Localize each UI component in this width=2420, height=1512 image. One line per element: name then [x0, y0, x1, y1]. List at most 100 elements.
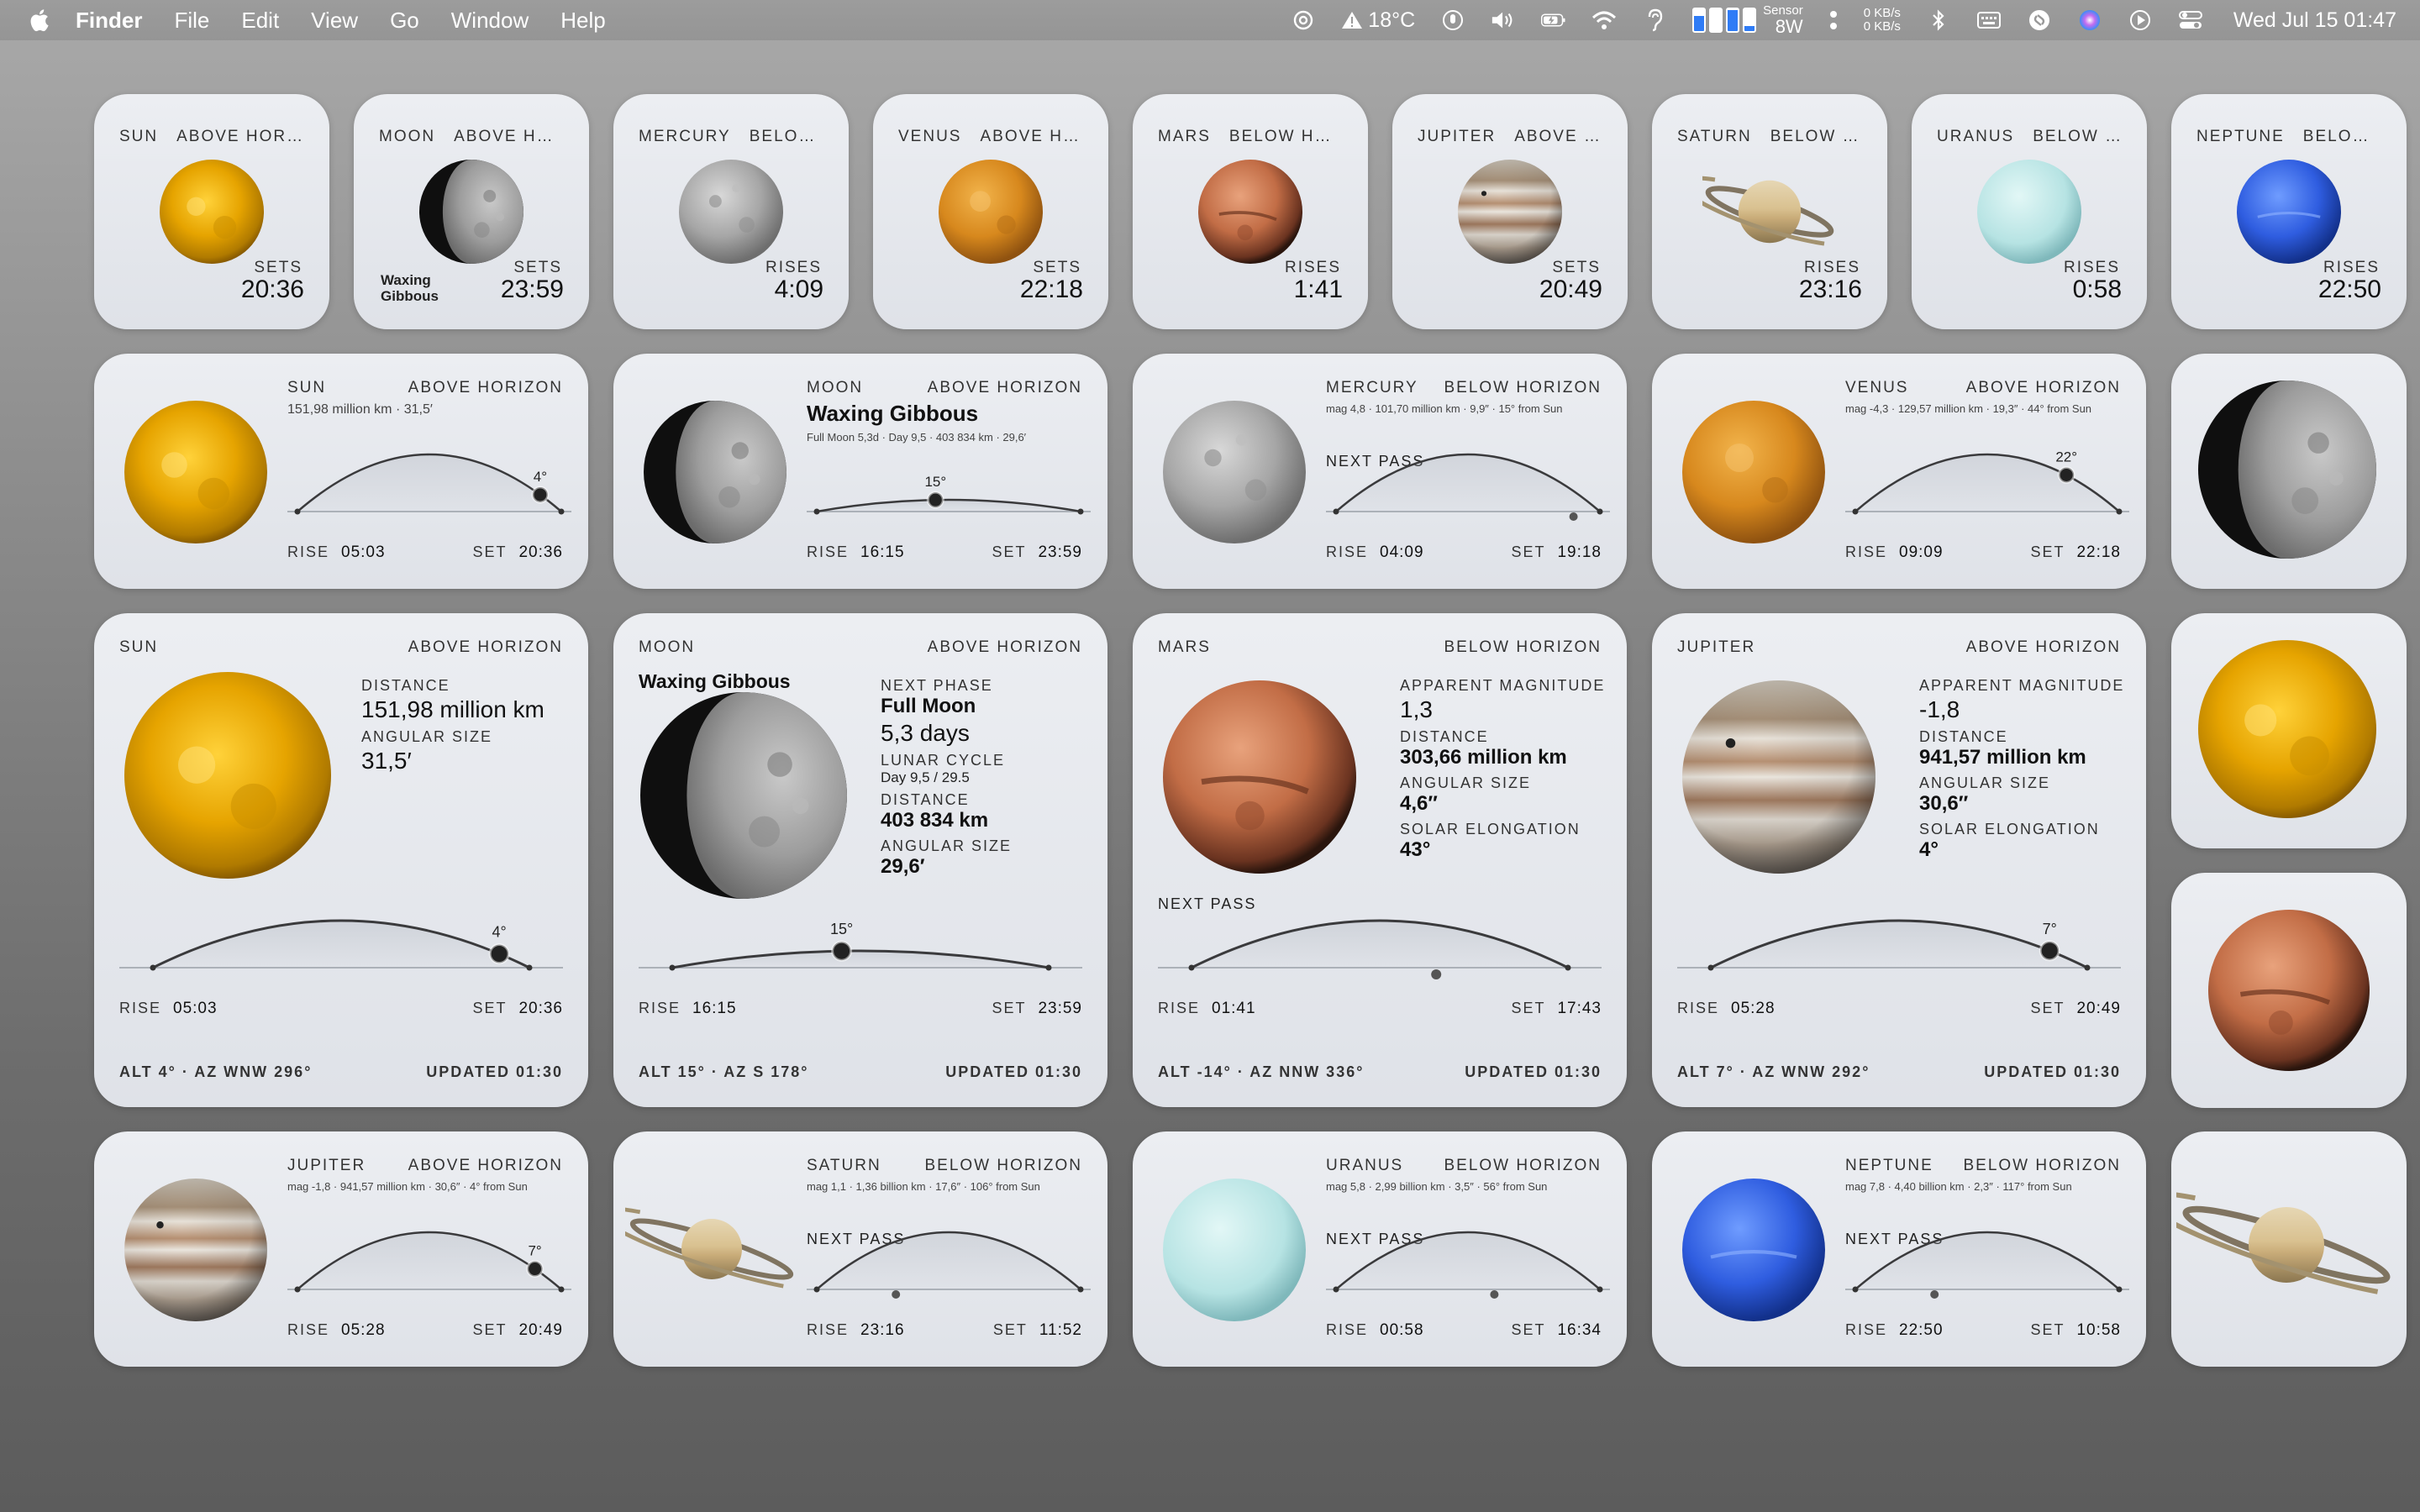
- volume-icon[interactable]: [1491, 8, 1516, 33]
- widget-image-saturn[interactable]: [2171, 1131, 2407, 1367]
- widget-small-venus[interactable]: VENUS ABOVE HORI... SETS22:18: [873, 94, 1108, 329]
- bluetooth-icon[interactable]: [1926, 8, 1951, 33]
- widget-small-mars[interactable]: MARS BELOW HORIZ... RISES1:41: [1133, 94, 1368, 329]
- widget-small-sun[interactable]: SUN ABOVE HORIZON SETS20:36: [94, 94, 329, 329]
- widget-small-uranus[interactable]: URANUS BELOW HO... RISES0:58: [1912, 94, 2147, 329]
- widget-large-sun[interactable]: SUN ABOVE HORIZON DISTANCE 151,98 million k…: [94, 613, 588, 1107]
- widget-small-neptune[interactable]: NEPTUNE BELOW HO... RISES22:50: [2171, 94, 2407, 329]
- phase-name: Waxing Gibbous: [807, 401, 979, 426]
- widget-medium-venus[interactable]: VENUS ABOVE HORIZON mag -4,3 · 129,57 mill…: [1652, 354, 2146, 589]
- menu-go[interactable]: Go: [390, 8, 419, 34]
- keyboard-icon[interactable]: [1976, 8, 2002, 33]
- widget-medium-jupiter[interactable]: JUPITER ABOVE HORIZON mag -1,8 · 941,57 mi…: [94, 1131, 588, 1367]
- menu-file[interactable]: File: [174, 8, 209, 34]
- menu-edit[interactable]: Edit: [241, 8, 279, 34]
- jupiter-image: [1458, 160, 1562, 264]
- altitude-label: 22°: [2055, 449, 2077, 465]
- stat-label: APPARENT MAGNITUDE: [1919, 677, 2125, 694]
- menu-app-name[interactable]: Finder: [76, 8, 142, 34]
- chatgpt-icon[interactable]: [1291, 8, 1316, 33]
- mars-image: [1198, 160, 1302, 264]
- widget-small-moon[interactable]: MOON ABOVE HORIZ... SETS23:59 Waxing Gibbou…: [354, 94, 589, 329]
- widget-medium-moon[interactable]: MOON ABOVE HORIZON Waxing Gibbous Full Moon…: [613, 354, 1107, 589]
- phase-name: Waxing Gibbous: [639, 670, 791, 692]
- widget-medium-saturn[interactable]: SATURN BELOW HORIZON mag 1,1 · 1,36 billio…: [613, 1131, 1107, 1367]
- weather-temp: 18°C: [1368, 8, 1416, 32]
- widget-large-jupiter[interactable]: JUPITER ABOVE HORIZON APPARENT MAGNITUDE -1…: [1652, 613, 2146, 1107]
- body-name: JUPITER: [1677, 638, 1756, 656]
- siri-icon[interactable]: [2077, 8, 2102, 33]
- saturn-image: [2171, 1182, 2396, 1294]
- shazam-icon[interactable]: [2027, 8, 2052, 33]
- widget-medium-neptune[interactable]: NEPTUNE BELOW HORIZON mag 7,8 · 4,40 billi…: [1652, 1131, 2146, 1367]
- menu-window[interactable]: Window: [451, 8, 529, 34]
- set-dot: [1077, 1286, 1084, 1293]
- widget-small-mercury[interactable]: MERCURY BELOW H... RISES4:09: [613, 94, 849, 329]
- widget-small-saturn[interactable]: SATURN BELOW HOR... RISES23:16: [1652, 94, 1887, 329]
- event-label: RISES: [2063, 259, 2120, 276]
- sky-path-chart: 4°: [119, 907, 563, 1008]
- rise-time: RISE 05:28: [287, 1321, 386, 1339]
- body-marker: [1930, 1290, 1939, 1299]
- wifi-icon[interactable]: [1591, 8, 1617, 33]
- ear-icon[interactable]: [1642, 8, 1667, 33]
- body-name-status: SUN ABOVE HORIZON: [119, 128, 304, 146]
- body-name: JUPITER: [1418, 128, 1497, 145]
- mic-icon[interactable]: [1440, 8, 1465, 33]
- network-readout[interactable]: 0 KB/s 0 KB/s: [1864, 7, 1901, 34]
- menubar-clock[interactable]: Wed Jul 15 01:47: [2233, 8, 2396, 33]
- rise-time: RISE 09:09: [1845, 543, 1944, 561]
- warning-icon[interactable]: 18°C: [1341, 8, 1415, 33]
- dots-icon[interactable]: [1828, 8, 1839, 33]
- sensor-value: 8W: [1775, 16, 1803, 37]
- widget-image-sun[interactable]: [2171, 613, 2407, 848]
- stat-label: ANGULAR SIZE: [881, 837, 1013, 854]
- body-details: mag 7,8 · 4,40 billion km · 2,3″ · 117° …: [1845, 1180, 2072, 1193]
- body-name: MARS: [1158, 128, 1211, 145]
- stat-label: APPARENT MAGNITUDE: [1400, 677, 1606, 694]
- sky-path-chart: 7°: [1677, 907, 2121, 1008]
- widget-medium-mercury[interactable]: MERCURY BELOW HORIZON mag 4,8 · 101,70 mil…: [1133, 354, 1627, 589]
- set-time: SET 17:43: [1511, 1000, 1602, 1017]
- moon-image: [644, 401, 786, 543]
- body-name-status: VENUS ABOVE HORI...: [898, 128, 1083, 146]
- stat-value: 1,3: [1400, 696, 1433, 722]
- control-center-icon[interactable]: [2178, 8, 2203, 33]
- apple-icon[interactable]: [27, 8, 50, 33]
- widget-image-moon[interactable]: [2171, 354, 2407, 589]
- altitude-label: 7°: [528, 1243, 541, 1259]
- stat-value: Day 9,5 / 29.5: [881, 769, 970, 785]
- saturn-image: [613, 1199, 798, 1341]
- widget-large-mars[interactable]: MARS BELOW HORIZON APPARENT MAGNITUDE 1,3 DI…: [1133, 613, 1627, 1107]
- menu-view[interactable]: View: [311, 8, 358, 34]
- sky-path-chart: 15°: [807, 446, 1091, 522]
- set-dot: [1565, 964, 1571, 971]
- horizon-status: ABOVE HORIZON: [408, 379, 563, 396]
- horizon-status: ABOVE HORIZON: [1965, 638, 2121, 656]
- horizon-status: BELOW H...: [749, 128, 823, 145]
- rise-dot: [294, 508, 301, 515]
- stat-value: 31,5′: [361, 748, 412, 774]
- widget-medium-sun[interactable]: SUN ABOVE HORIZON 151,98 million km · 31,5…: [94, 354, 588, 589]
- horizon-status: BELOW HO...: [2033, 128, 2122, 145]
- widget-small-jupiter[interactable]: JUPITER ABOVE HOR... SETS20:49: [1392, 94, 1628, 329]
- body-name-status: NEPTUNE BELOW HO...: [2196, 128, 2381, 146]
- memory-icon[interactable]: [1692, 8, 1757, 33]
- altitude-label: 4°: [534, 469, 547, 485]
- altitude-label: 4°: [492, 924, 507, 941]
- sensor-readout[interactable]: Sensor 8W: [1763, 4, 1803, 36]
- set-dot: [558, 508, 565, 515]
- stat-value: 151,98 million km: [361, 696, 544, 722]
- widget-large-moon[interactable]: MOON ABOVE HORIZON Waxing Gibbous NEXT PHAS…: [613, 613, 1107, 1107]
- body-name-status: MARS BELOW HORIZ...: [1158, 128, 1343, 146]
- widget-image-mars[interactable]: [2171, 873, 2407, 1108]
- play-icon[interactable]: [2128, 8, 2153, 33]
- body-name: VENUS: [1845, 379, 1909, 396]
- memory-bar: [1709, 8, 1723, 33]
- set-time: SET 11:52: [992, 1321, 1082, 1339]
- battery-icon[interactable]: [1541, 8, 1566, 33]
- body-name: MERCURY: [639, 128, 731, 145]
- widget-medium-uranus[interactable]: URANUS BELOW HORIZON mag 5,8 · 2,99 billio…: [1133, 1131, 1627, 1367]
- event-label: SETS: [1033, 259, 1081, 276]
- menu-help[interactable]: Help: [560, 8, 605, 34]
